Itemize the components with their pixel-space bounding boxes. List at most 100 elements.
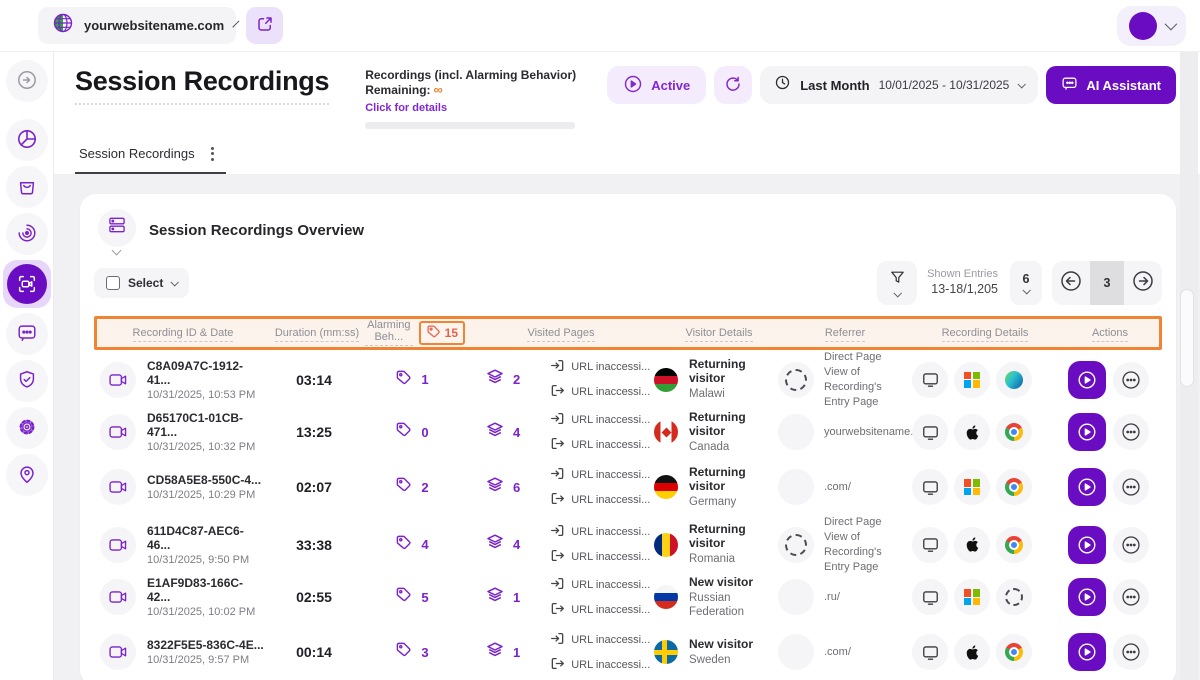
visitor-type: New visitor <box>689 575 778 589</box>
table-row: D65170C1-01CB-471... 10/31/2025, 10:32 P… <box>94 405 1162 460</box>
play-recording-button[interactable] <box>1068 361 1106 399</box>
active-filter-button[interactable]: Active <box>607 66 706 104</box>
card-title: Session Recordings Overview <box>149 222 364 239</box>
user-menu[interactable] <box>1117 6 1186 46</box>
entry-url: URL inaccessi... <box>571 361 650 373</box>
column-header[interactable]: Recording ID & Date <box>97 327 269 339</box>
browser-icon <box>996 634 1032 670</box>
exit-page-icon <box>550 436 565 454</box>
recordings-remaining: Recordings (incl. Alarming Behavior) Rem… <box>365 66 590 129</box>
desktop-icon <box>912 469 948 505</box>
layers-icon <box>486 586 504 609</box>
click-for-details-link[interactable]: Click for details <box>365 102 447 114</box>
exit-page-icon <box>550 548 565 566</box>
desktop-icon <box>912 634 948 670</box>
exit-url: URL inaccessi... <box>571 551 650 563</box>
more-options-button[interactable] <box>1113 579 1149 615</box>
referrer-text: Direct Page View of Recording's Entry Pa… <box>824 350 906 409</box>
table-view-selector[interactable] <box>98 209 136 253</box>
browser-icon <box>996 579 1032 615</box>
website-selector[interactable]: yourwebsitename.com <box>38 7 236 44</box>
exit-page[interactable]: URL inaccessi... <box>550 383 650 401</box>
recording-date: 10/31/2025, 9:50 PM <box>147 554 266 566</box>
pages-count: 2 <box>513 372 520 387</box>
entry-url: URL inaccessi... <box>571 579 650 591</box>
select-button[interactable]: Select <box>94 268 189 298</box>
referrer-icon <box>778 579 814 615</box>
select-checkbox[interactable] <box>106 276 120 290</box>
table-header-row: Recording ID & Date Duration (mm:ss) Ala… <box>97 319 1159 347</box>
page-scrollbar[interactable] <box>1180 52 1198 680</box>
remaining-label: Recordings (incl. Alarming Behavior) Rem… <box>365 68 576 97</box>
column-header[interactable]: Visited Pages <box>465 327 657 339</box>
play-recording-button[interactable] <box>1068 413 1106 451</box>
more-options-button[interactable] <box>1113 527 1149 563</box>
sidebar-item-visitor-location[interactable] <box>6 454 48 496</box>
globe-icon <box>52 12 74 39</box>
browser-icon <box>996 527 1032 563</box>
column-header[interactable]: Visitor Details <box>657 327 781 339</box>
tab-session-recordings[interactable]: Session Recordings <box>75 145 226 174</box>
alarming-behavior-icon <box>395 586 412 608</box>
play-recording-button[interactable] <box>1068 578 1106 616</box>
sidebar-item-security[interactable] <box>6 360 48 402</box>
select-label: Select <box>128 276 163 290</box>
referrer-icon <box>778 469 814 505</box>
referrer-text: .ru/ <box>824 590 840 605</box>
page-size-selector[interactable]: 6 <box>1010 261 1042 305</box>
exit-url: URL inaccessi... <box>571 494 650 506</box>
alarming-behavior-icon <box>395 421 412 443</box>
date-range-picker[interactable]: Last Month 10/01/2025 - 10/31/2025 <box>760 66 1038 104</box>
visitor-type: New visitor <box>689 637 753 651</box>
play-recording-button[interactable] <box>1068 526 1106 564</box>
open-website-button[interactable] <box>246 7 283 44</box>
entry-page[interactable]: URL inaccessi... <box>550 523 650 541</box>
more-options-button[interactable] <box>1113 634 1149 670</box>
entry-page[interactable]: URL inaccessi... <box>550 466 650 484</box>
scrollbar-thumb[interactable] <box>1180 289 1194 387</box>
more-options-button[interactable] <box>1113 362 1149 398</box>
previous-page-button[interactable] <box>1052 261 1090 305</box>
column-header[interactable]: Duration (mm:ss) <box>269 327 365 339</box>
chevron-down-icon <box>894 289 902 297</box>
sidebar-item-feedback[interactable] <box>6 313 48 355</box>
column-header[interactable]: Actions <box>1061 327 1159 339</box>
pages-count: 6 <box>513 480 520 495</box>
radar-icon <box>16 222 38 247</box>
exit-page[interactable]: URL inaccessi... <box>550 548 650 566</box>
column-header[interactable]: Recording Details <box>909 327 1061 339</box>
ai-assistant-button[interactable]: AI Assistant <box>1046 66 1176 104</box>
entry-page[interactable]: URL inaccessi... <box>550 411 650 429</box>
exit-page[interactable]: URL inaccessi... <box>550 601 650 619</box>
sidebar-item-orders[interactable] <box>6 166 48 208</box>
sidebar-item-session-recordings[interactable] <box>3 260 51 308</box>
exit-page[interactable]: URL inaccessi... <box>550 491 650 509</box>
refresh-button[interactable] <box>714 66 752 104</box>
more-options-button[interactable] <box>1113 414 1149 450</box>
alarming-behavior-icon <box>395 369 412 391</box>
more-options-button[interactable] <box>1113 469 1149 505</box>
exit-page[interactable]: URL inaccessi... <box>550 656 650 674</box>
sidebar-item-heatmap[interactable] <box>6 213 48 255</box>
entry-page[interactable]: URL inaccessi... <box>550 358 650 376</box>
filter-button[interactable] <box>877 261 917 305</box>
exit-page-icon <box>550 656 565 674</box>
pages-count: 4 <box>513 425 520 440</box>
pagination: 3 <box>1052 261 1162 305</box>
sidebar-item-dashboard[interactable] <box>6 119 48 161</box>
refresh-icon <box>724 75 742 96</box>
play-recording-button[interactable] <box>1068 633 1106 671</box>
alarming-total-value: 15 <box>445 326 458 340</box>
sidebar-collapse-button[interactable] <box>6 60 48 102</box>
entry-page[interactable]: URL inaccessi... <box>550 631 650 649</box>
tab-menu-icon[interactable] <box>209 145 216 163</box>
play-recording-button[interactable] <box>1068 468 1106 506</box>
column-header[interactable]: Referrer <box>781 327 909 339</box>
next-page-button[interactable] <box>1124 261 1162 305</box>
current-page[interactable]: 3 <box>1090 261 1124 305</box>
sidebar-item-settings[interactable] <box>6 407 48 449</box>
exit-page[interactable]: URL inaccessi... <box>550 436 650 454</box>
alarming-behavior-icon <box>395 534 412 556</box>
entry-page[interactable]: URL inaccessi... <box>550 576 650 594</box>
column-header-alarming[interactable]: Alarming Beh... 15 <box>365 319 465 346</box>
